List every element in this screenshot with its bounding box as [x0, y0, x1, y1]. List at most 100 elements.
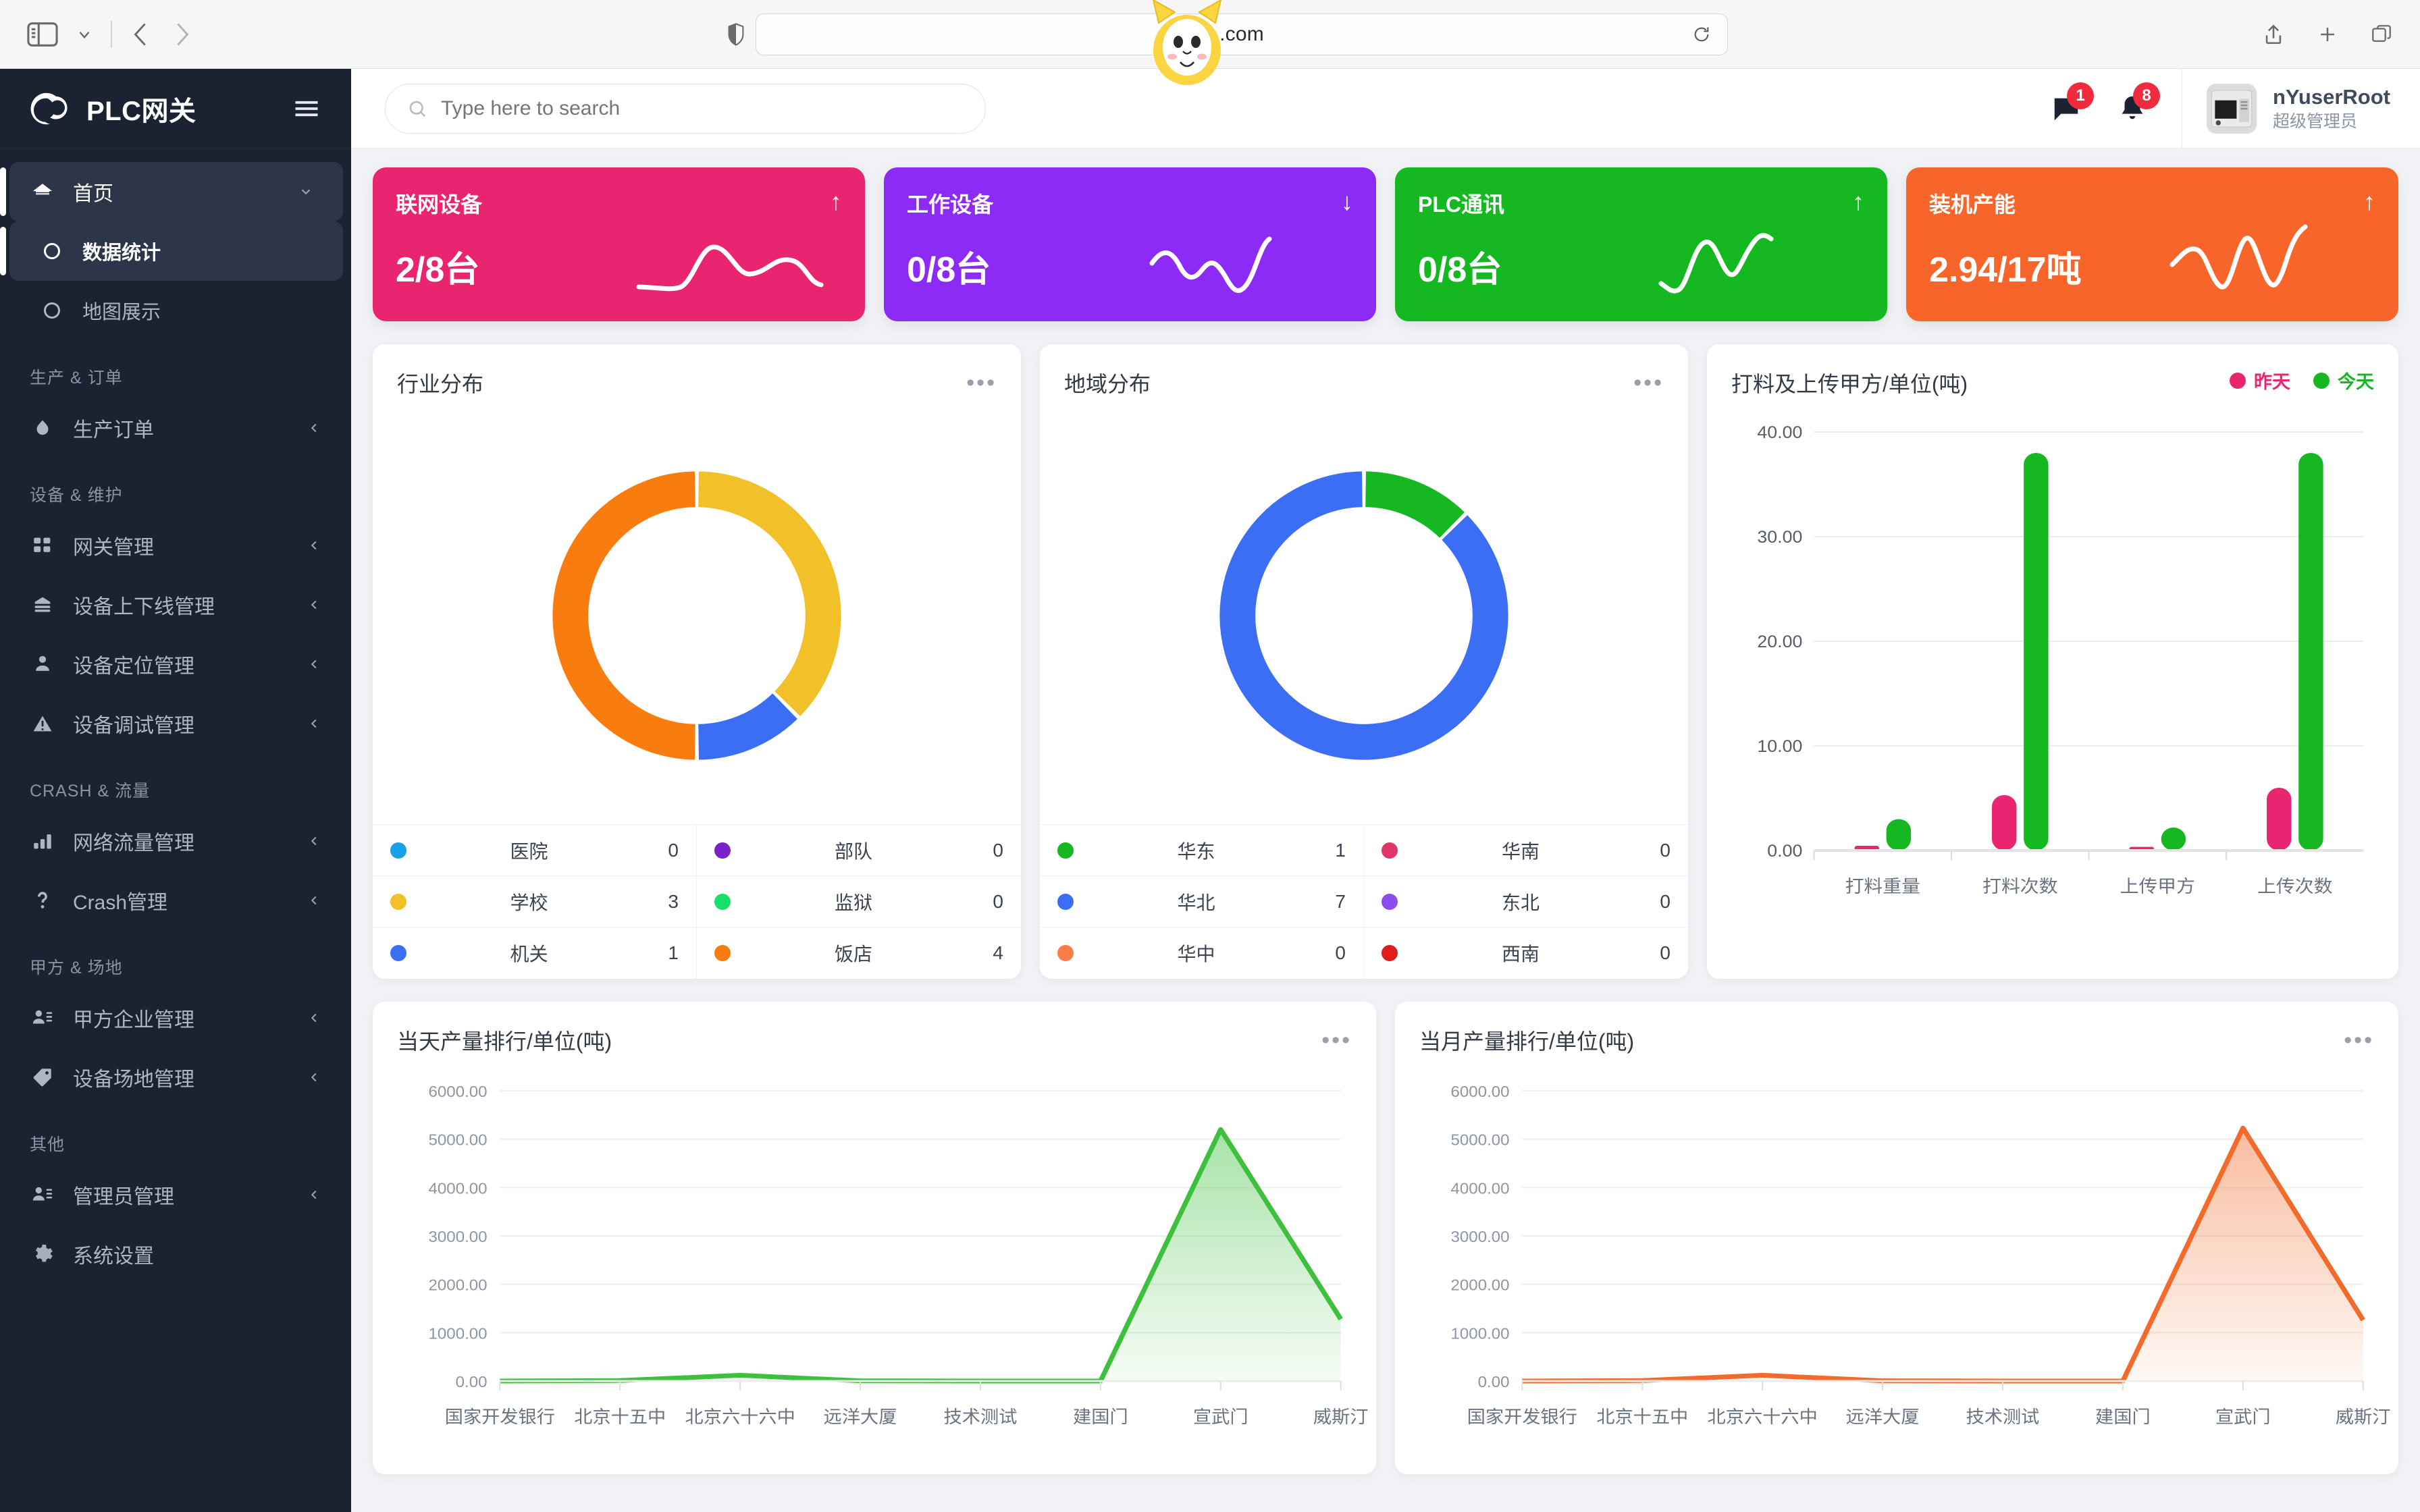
card-menu-button[interactable]: •••: [966, 371, 997, 394]
sidebar-item-device-debug-management[interactable]: 设备调试管理: [0, 694, 351, 753]
legend-row[interactable]: 饭店 4: [697, 927, 1021, 979]
legend-row[interactable]: 华北 7: [1040, 876, 1364, 927]
svg-text:0.00: 0.00: [1767, 842, 1802, 861]
sidebar-toggle-icon[interactable]: [27, 21, 58, 48]
legend-label: 华北: [1177, 892, 1215, 913]
sidebar-item-label: 数据统计: [82, 242, 161, 264]
sidebar-item-crash-management[interactable]: Crash管理: [0, 871, 351, 930]
kpi-card-connected-devices[interactable]: 联网设备 ↑ 2/8台: [373, 167, 865, 321]
notifications-button[interactable]: 8: [2099, 82, 2165, 124]
legend-row[interactable]: 医院 0: [373, 825, 697, 876]
legend-label: 部队: [834, 840, 872, 862]
top-header: 1 8: [351, 69, 2420, 148]
chevron-left-icon[interactable]: [307, 657, 321, 672]
dashboard-content: 联网设备 ↑ 2/8台 工作设备 ↓ 0/8台 PLC通讯 ↑ 0/8台 装机产…: [351, 148, 2420, 1512]
card-title: 打料及上传甲方/单位(吨): [1731, 372, 1968, 396]
chevron-left-icon[interactable]: [307, 716, 321, 731]
back-arrow-icon[interactable]: [130, 20, 153, 49]
svg-text:30.00: 30.00: [1757, 529, 1802, 547]
legend-color-dot: [390, 842, 406, 859]
shield-icon[interactable]: [727, 22, 745, 46]
sidebar-item-device-venue-management[interactable]: 设备场地管理: [0, 1048, 351, 1107]
sidebar-item-network-traffic-management[interactable]: 网络流量管理: [0, 811, 351, 871]
legend-row[interactable]: 华南 0: [1364, 825, 1688, 876]
card-industry-distribution: 行业分布 ••• 医院 0 部队 0 学校 3 监狱 0 机关 1 饭店 4: [373, 344, 1021, 979]
sidebar-item-label: 首页: [73, 183, 113, 205]
sidebar-item-admin-management[interactable]: 管理员管理: [0, 1165, 351, 1224]
sidebar-item-data-statistics[interactable]: 数据统计: [0, 221, 343, 281]
chevron-down-icon[interactable]: [76, 26, 93, 43]
kpi-card-plc-communication[interactable]: PLC通讯 ↑ 0/8台: [1395, 167, 1887, 321]
sidebar-group-device: 设备 & 维护: [30, 486, 123, 505]
kpi-value: 0/8台: [907, 250, 991, 290]
chevron-left-icon[interactable]: [307, 893, 321, 908]
user-name: nYuserRoot: [2273, 84, 2390, 109]
legend-color-dot: [390, 893, 406, 910]
reload-icon[interactable]: [1692, 25, 1711, 44]
legend-item-today[interactable]: 今天: [2313, 367, 2374, 394]
sidebar-item-device-online-management[interactable]: 设备上下线管理: [0, 575, 351, 634]
bell-badge: 8: [2133, 82, 2161, 109]
chevron-left-icon[interactable]: [307, 1070, 321, 1085]
legend-color-dot: [714, 893, 731, 910]
tabs-icon[interactable]: [2370, 23, 2393, 46]
search-input[interactable]: [441, 97, 964, 120]
legend-row[interactable]: 华中 0: [1040, 927, 1364, 979]
sidebar-item-system-settings[interactable]: 系统设置: [0, 1224, 351, 1284]
legend-row[interactable]: 部队 0: [697, 825, 1021, 876]
chevron-left-icon[interactable]: [307, 1010, 321, 1025]
legend-value: 1: [1335, 839, 1346, 861]
kpi-title: 联网设备: [396, 192, 483, 217]
chevron-left-icon[interactable]: [307, 834, 321, 848]
legend-row[interactable]: 机关 1: [373, 927, 697, 979]
chevron-left-icon[interactable]: [307, 421, 321, 435]
sidebar: PLC网关 首页 数据统计 地图展示 生产 & 订单 生产订单 设备 & 维护 …: [0, 69, 351, 1512]
sidebar-nav: 首页 数据统计 地图展示 生产 & 订单 生产订单 设备 & 维护 网关管理 设…: [0, 148, 351, 1284]
kpi-card-working-devices[interactable]: 工作设备 ↓ 0/8台: [884, 167, 1376, 321]
legend-item-yesterday[interactable]: 昨天: [2230, 367, 2290, 394]
sidebar-item-client-enterprise-management[interactable]: 甲方企业管理: [0, 988, 351, 1048]
kpi-card-installed-capacity[interactable]: 装机产能 ↑ 2.94/17吨: [1906, 167, 2398, 321]
legend-row[interactable]: 监狱 0: [697, 876, 1021, 927]
sidebar-item-device-location-management[interactable]: 设备定位管理: [0, 634, 351, 694]
bar-chart-plot: 0.00 10.00 20.00 30.00 40.00 打料重量 打料次数 上传甲方 上传次数: [1707, 398, 2398, 979]
kpi-value: 2.94/17吨: [1929, 250, 2082, 290]
chevron-left-icon[interactable]: [307, 1187, 321, 1202]
brand-header: PLC网关: [0, 69, 351, 148]
chevron-left-icon[interactable]: [307, 597, 321, 612]
svg-text:北京十五中: 北京十五中: [1596, 1407, 1688, 1427]
legend-table-industry: 医院 0 部队 0 学校 3 监狱 0 机关 1 饭店 4: [373, 824, 1021, 979]
search-box[interactable]: [385, 83, 986, 134]
legend-row[interactable]: 西南 0: [1364, 927, 1688, 979]
svg-text:威斯汀: 威斯汀: [1313, 1407, 1369, 1427]
share-icon[interactable]: [2262, 23, 2285, 46]
card-header: 行业分布 •••: [373, 344, 1021, 406]
legend-label: 学校: [510, 892, 548, 913]
svg-text:2000.00: 2000.00: [429, 1276, 488, 1293]
chevron-left-icon[interactable]: [307, 538, 321, 553]
menu-burger-icon[interactable]: [292, 94, 321, 124]
card-menu-button[interactable]: •••: [1633, 371, 1664, 394]
sidebar-item-home[interactable]: 首页: [0, 162, 343, 221]
card-header: 打料及上传甲方/单位(吨) 昨天 今天: [1707, 344, 2398, 398]
legend-row[interactable]: 东北 0: [1364, 876, 1688, 927]
sidebar-item-production-order[interactable]: 生产订单: [0, 398, 351, 458]
legend-row[interactable]: 学校 3: [373, 876, 697, 927]
user-profile[interactable]: nYuserRoot 超级管理员: [2182, 69, 2420, 148]
legend-color-dot: [2313, 372, 2330, 389]
forward-arrow-icon[interactable]: [170, 20, 193, 49]
new-tab-icon[interactable]: [2316, 23, 2339, 46]
chevron-down-icon[interactable]: [298, 184, 313, 199]
trend-arrow-icon: ↑: [1852, 188, 1864, 215]
messages-button[interactable]: 1: [2033, 82, 2099, 124]
sidebar-item-map-display[interactable]: 地图展示: [0, 281, 351, 340]
sidebar-item-label: Crash管理: [73, 892, 168, 914]
legend-value: 0: [1335, 942, 1346, 963]
url-bar[interactable]: .com: [756, 13, 1728, 55]
sidebar-item-gateway-management[interactable]: 网关管理: [0, 516, 351, 575]
card-menu-button[interactable]: •••: [2344, 1028, 2374, 1052]
card-menu-button[interactable]: •••: [1321, 1028, 1352, 1052]
legend-label: 昨天: [2254, 372, 2290, 392]
legend-row[interactable]: 华东 1: [1040, 825, 1364, 876]
logo-icon: [30, 88, 72, 130]
